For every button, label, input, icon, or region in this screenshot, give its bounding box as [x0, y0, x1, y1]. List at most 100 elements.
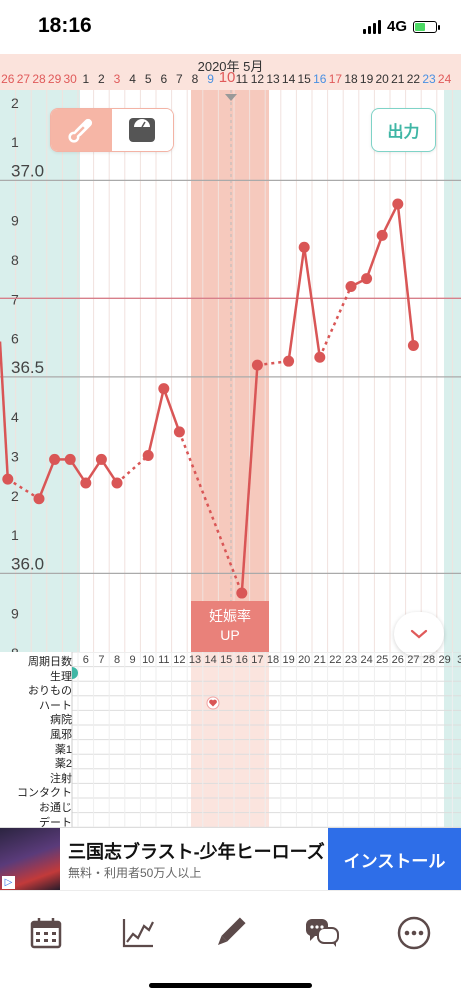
day-5[interactable]: 5 [141, 72, 156, 86]
minor-tick-label: 6 [11, 331, 19, 347]
pregnancy-rate-label: 妊娠率 [209, 608, 251, 624]
temperature-point [173, 426, 185, 438]
temperature-point [345, 281, 357, 293]
tab-calendar[interactable] [26, 913, 66, 953]
cycle-day-number: 3 [457, 654, 461, 666]
day-1[interactable]: 1 [78, 72, 93, 86]
home-indicator [149, 983, 312, 988]
export-button[interactable]: 出力 [371, 108, 436, 152]
tab-record[interactable] [210, 913, 250, 953]
day-24[interactable]: 24 [437, 72, 452, 86]
ad-choices-icon[interactable]: ▷ [2, 876, 15, 889]
day-18[interactable]: 18 [344, 72, 359, 86]
minor-tick-label: 4 [11, 409, 19, 425]
minor-tick-label: 9 [11, 213, 19, 229]
day-7[interactable]: 7 [172, 72, 187, 86]
day-17[interactable]: 17 [328, 72, 343, 86]
day-8[interactable]: 8 [188, 72, 203, 86]
day-14[interactable]: 14 [281, 72, 296, 86]
temperature-point [2, 473, 14, 485]
pregnancy-rate-up: UP [220, 627, 240, 643]
row-label: コンタクト [17, 787, 72, 800]
temperature-point [33, 493, 45, 505]
cycle-day-number: 25 [376, 654, 388, 666]
scale-mode-button[interactable] [112, 109, 173, 151]
record-grid[interactable]: 6 7 8 9 10 11 12 13 14 15 16 17 18 19 20 21 22 23 24 25 26 27… [0, 651, 461, 829]
cycle-day-number: 14 [204, 654, 216, 666]
cycle-day-number: 15 [220, 654, 232, 666]
temperature-chart[interactable]: 37.0 36.5 36.0 2 1 9 8 7 6 4 3 2 1 9 8 [0, 90, 461, 661]
cycle-day-number: 18 [267, 654, 279, 666]
mode-toggle [50, 108, 174, 152]
cycle-day-number: 10 [142, 654, 154, 666]
cycle-day-number: 17 [251, 654, 263, 666]
day-2[interactable]: 2 [94, 72, 109, 86]
row-label: 薬2 [54, 758, 72, 771]
row-label: 病院 [50, 714, 72, 727]
day-19[interactable]: 19 [359, 72, 374, 86]
calendar-icon [30, 918, 62, 949]
cycle-day-number: 13 [189, 654, 201, 666]
day-26[interactable]: 26 [0, 72, 15, 86]
day-27[interactable]: 27 [16, 72, 31, 86]
temperature-chart-svg: 37.0 36.5 36.0 2 1 9 8 7 6 4 3 2 1 9 8 [0, 90, 461, 661]
day-3[interactable]: 3 [110, 72, 125, 86]
status-bar: 18:16 4G [0, 0, 461, 54]
cycle-day-number: 21 [314, 654, 326, 666]
day-9[interactable]: 9 [203, 72, 218, 86]
day-16[interactable]: 16 [312, 72, 327, 86]
tab-community[interactable] [302, 913, 342, 953]
scale-icon [129, 118, 155, 142]
minor-tick-label: 1 [11, 527, 19, 543]
temperature-point [64, 453, 76, 465]
temperature-line-segment [116, 454, 150, 484]
day-22[interactable]: 22 [406, 72, 421, 86]
row-label: 生理 [50, 670, 72, 683]
pregnancy-rate-badge: 妊娠率 UP [191, 601, 269, 652]
day-15[interactable]: 15 [297, 72, 312, 86]
day-6[interactable]: 6 [156, 72, 171, 86]
day-20[interactable]: 20 [375, 72, 390, 86]
scroll-down-button[interactable] [394, 612, 444, 656]
day-11[interactable]: 11 [234, 72, 249, 86]
day-29[interactable]: 29 [47, 72, 62, 86]
tab-graph[interactable] [118, 913, 158, 953]
day-row[interactable]: 26 27 28 29 30 1 2 3 4 5 6 7 8 9 10 11 12 13 14 15 16 17 18 19 2… [0, 69, 461, 90]
ad-banner[interactable]: ▷ 三国志ブラスト-少年ヒーローズ 無料・利用者50万人以上 インストール [0, 827, 461, 891]
temperature-point [142, 449, 154, 461]
cycle-day-number: 19 [282, 654, 294, 666]
tab-more[interactable] [394, 913, 434, 953]
day-4[interactable]: 4 [125, 72, 140, 86]
day-21[interactable]: 21 [390, 72, 405, 86]
cycle-day-number: 29 [438, 654, 450, 666]
cycle-day-number: 8 [114, 654, 120, 666]
cycle-day-number: 11 [158, 654, 169, 666]
row-label: 周期日数 [28, 656, 72, 668]
temperature-point [314, 351, 326, 363]
day-28[interactable]: 28 [32, 72, 47, 86]
day-10[interactable]: 10 [219, 69, 236, 86]
day-12[interactable]: 12 [250, 72, 265, 86]
temperature-point [298, 241, 310, 253]
day-13[interactable]: 13 [266, 72, 281, 86]
temperature-point [392, 198, 404, 210]
ad-title[interactable]: 三国志ブラスト-少年ヒーローズ [68, 838, 325, 864]
date-header: 2020年 5月 26 27 28 29 30 1 2 3 4 5 6 7 8 9 10 11 12 13 14 15… [0, 54, 461, 90]
row-label: お通じ [39, 802, 72, 814]
temperature-point [49, 453, 61, 465]
status-time: 18:16 [38, 14, 92, 37]
minor-tick-label: 2 [11, 95, 19, 111]
install-button[interactable]: インストール [328, 828, 461, 891]
thermometer-icon [68, 118, 93, 143]
more-icon [397, 916, 431, 950]
cycle-day-number: 27 [407, 654, 419, 666]
status-indicators: 4G [362, 18, 440, 35]
ad-image[interactable]: ▷ [0, 828, 60, 891]
temperature-point [236, 587, 248, 599]
cycle-day-number: 28 [423, 654, 435, 666]
day-30[interactable]: 30 [63, 72, 78, 86]
thermometer-mode-button[interactable] [51, 109, 112, 151]
period-marker [72, 667, 78, 679]
chevron-down-icon [410, 629, 428, 639]
day-23[interactable]: 23 [422, 72, 437, 86]
